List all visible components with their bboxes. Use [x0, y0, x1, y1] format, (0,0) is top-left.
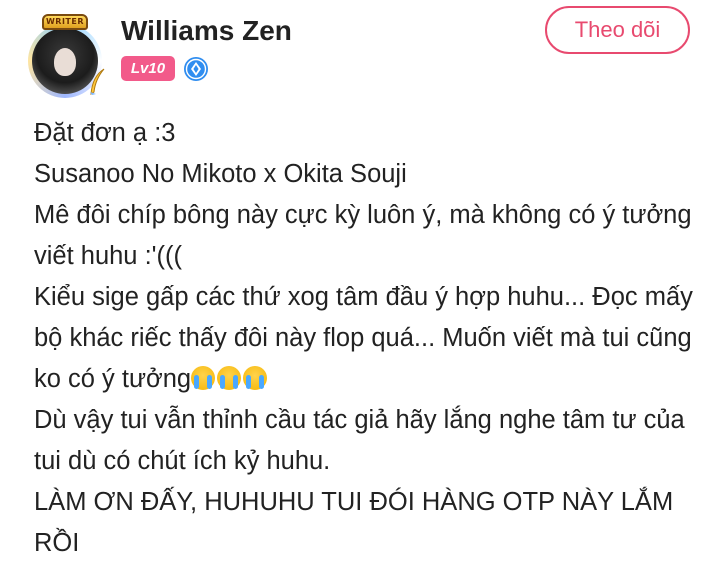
loudly-crying-face-icon	[217, 366, 242, 390]
loudly-crying-face-icon	[243, 366, 268, 390]
post-line: Kiểu sige gấp các thứ xog tâm đầu ý hợp …	[34, 277, 699, 400]
post-line: Susanoo No Mikoto x Okita Souji	[34, 160, 407, 188]
author-name[interactable]: Williams Zen	[121, 14, 292, 48]
post-line: LÀM ƠN ĐẤY, HUHUHU TUI ĐÓI HÀNG OTP NÀY …	[34, 488, 674, 557]
post-line: Dù vậy tui vẫn thỉnh cầu tác giả hãy lắn…	[34, 406, 685, 475]
blue-diamond-icon	[184, 57, 208, 81]
post-line-text: Kiểu sige gấp các thứ xog tâm đầu ý hợp …	[34, 283, 693, 393]
level-badge: Lv10	[121, 56, 175, 81]
follow-button[interactable]: Theo dõi	[545, 6, 690, 54]
post-content: Đặt đơn ạ :3 Susanoo No Mikoto x Okita S…	[34, 113, 699, 564]
post-card: WRITER Williams Zen Lv10 Theo dõi Đặt đơ…	[0, 0, 719, 572]
quill-icon	[90, 68, 105, 95]
loudly-crying-face-icon	[191, 366, 216, 390]
post-line: Mê đôi chíp bông này cực kỳ luôn ý, mà k…	[34, 201, 692, 270]
avatar[interactable]: WRITER	[22, 14, 108, 100]
writer-badge: WRITER	[42, 14, 88, 30]
post-line: Đặt đơn ạ :3	[34, 119, 176, 147]
